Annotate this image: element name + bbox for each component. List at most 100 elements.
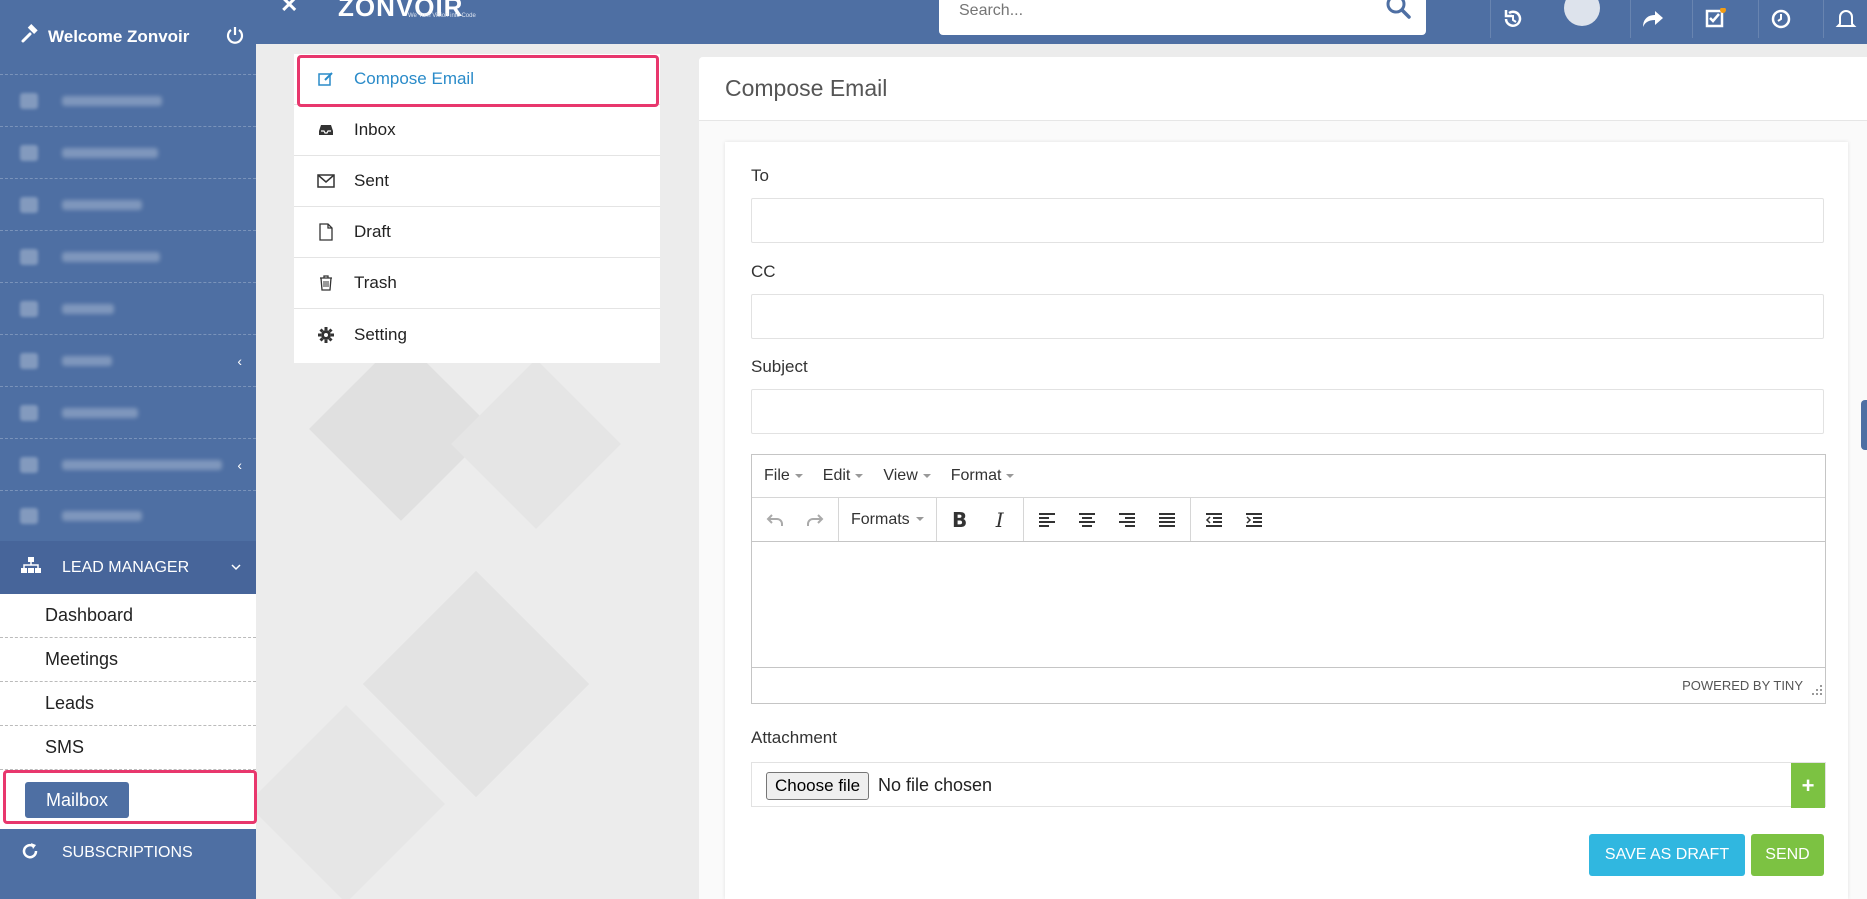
text-style-group: B I [937,498,1024,541]
cc-label: CC [751,262,776,281]
chevron-left-icon: ‹ [237,456,242,473]
align-center-icon[interactable] [1070,503,1104,537]
caret-down-icon [922,473,931,478]
submenu-item-sms[interactable]: SMS [0,726,256,770]
submenu-item-meetings[interactable]: Meetings [0,638,256,682]
bold-icon[interactable]: B [943,503,977,537]
to-label: To [751,166,769,185]
clock-icon[interactable] [1758,0,1802,38]
compose-form: To CC Subject File Edit View Format Form… [725,142,1848,899]
bell-icon[interactable] [1823,0,1867,38]
to-field[interactable] [751,198,1824,243]
send-button[interactable]: SEND [1751,834,1824,876]
submenu-item-dashboard[interactable]: Dashboard [0,594,256,638]
sidebar-item-subscriptions[interactable]: SUBSCRIPTIONS [0,829,256,877]
formats-group: Formats [839,498,937,541]
share-icon[interactable] [1630,0,1674,38]
choose-file-button[interactable]: Choose file [766,772,870,800]
mail-nav-trash[interactable]: Trash [294,258,660,309]
sitemap-icon [20,556,42,579]
welcome-header: Welcome Zonvoir [20,24,189,49]
no-file-text: No file chosen [878,775,993,795]
editor-menu-view[interactable]: View [883,467,931,485]
caret-down-icon [794,473,803,478]
history-icon[interactable] [1490,0,1534,38]
editor-menubar: File Edit View Format [752,455,1825,498]
caret-down-icon [915,517,924,522]
indent-icon[interactable] [1237,503,1271,537]
inbox-icon [316,123,336,137]
timesheets-icon [20,456,38,473]
trash-icon [316,275,336,291]
lead-manager-label: LEAD MANAGER [62,558,190,576]
editor-statusbar: POWERED BY TINY [752,668,1825,703]
align-left-icon[interactable] [1030,503,1064,537]
close-icon[interactable]: ✕ [280,0,298,18]
mailbox-highlight-box [3,770,257,824]
compose-panel: Compose Email To CC Subject File Edit Vi… [699,57,1867,899]
reports-icon [20,508,38,524]
sales-icon [20,352,38,369]
top-bar: ✕ ZONVOIR We Turn Vision into Code [0,0,1867,44]
submenu-item-leads[interactable]: Leads [0,682,256,726]
attachment-label: Attachment [751,728,837,747]
refresh-icon [20,841,40,866]
history-group [752,498,839,541]
sidebar-item-customers[interactable] [0,126,256,178]
resize-handle-icon[interactable] [1812,682,1822,700]
add-attachment-button[interactable]: + [1791,763,1825,808]
tasks-icon [20,300,38,317]
mail-nav-draft[interactable]: Draft [294,207,660,258]
align-right-icon[interactable] [1110,503,1144,537]
save-as-draft-button[interactable]: SAVE AS DRAFT [1589,834,1745,876]
projects-icon [20,196,38,213]
powered-by-tiny[interactable]: POWERED BY TINY [1682,678,1803,693]
cc-field[interactable] [751,294,1824,339]
undo-icon[interactable] [758,503,792,537]
attachment-field: Choose file No file chosen + [751,762,1826,808]
sidebar-item-tasks[interactable] [0,282,256,334]
gear-icon [316,326,336,343]
side-scroll-tab[interactable] [1861,400,1867,450]
sidebar-item-sales[interactable]: ‹ [0,334,256,386]
envelope-icon [316,174,336,188]
mail-nav-label: Setting [354,324,407,344]
background-shape [451,359,621,529]
page-title: Compose Email [699,57,1867,121]
italic-icon[interactable]: I [983,503,1017,537]
sidebar-item-reports[interactable] [0,490,256,541]
sidebar-item-lead-manager[interactable]: LEAD MANAGER [0,541,256,594]
gavel-icon [20,24,40,49]
rich-text-editor: File Edit View Format Formats B I POWERE… [751,454,1826,704]
sidebar-item-dashboard[interactable] [0,74,256,126]
sidebar-item-contracts[interactable] [0,230,256,282]
mail-nav-inbox[interactable]: Inbox [294,105,660,156]
user-avatar[interactable] [1560,0,1604,38]
formats-dropdown[interactable]: Formats [845,511,930,529]
mail-nav-setting[interactable]: Setting [294,309,660,360]
expenses-icon [20,404,38,421]
contracts-icon [20,248,38,265]
align-justify-icon[interactable] [1150,503,1184,537]
subject-field[interactable] [751,389,1824,434]
outdent-icon[interactable] [1197,503,1231,537]
redo-icon[interactable] [798,503,832,537]
editor-menu-edit[interactable]: Edit [823,467,864,485]
mail-nav-label: Draft [354,222,391,241]
tasks-icon[interactable] [1692,0,1736,38]
editor-menu-file[interactable]: File [764,467,803,485]
editor-content-area[interactable] [752,542,1825,668]
avatar [1564,0,1600,26]
sidebar-item-timesheets[interactable]: ‹ [0,438,256,490]
sidebar-item-expenses[interactable] [0,386,256,438]
sidebar-item-projects[interactable] [0,178,256,230]
search-icon[interactable] [1384,0,1412,27]
mail-nav-label: Sent [354,171,389,190]
power-icon[interactable] [226,26,244,49]
mail-nav-sent[interactable]: Sent [294,156,660,207]
search-input[interactable] [959,2,1359,20]
subscriptions-label: SUBSCRIPTIONS [62,844,193,861]
editor-menu-format[interactable]: Format [951,467,1015,485]
subject-label: Subject [751,357,808,376]
caret-down-icon [1006,473,1015,478]
